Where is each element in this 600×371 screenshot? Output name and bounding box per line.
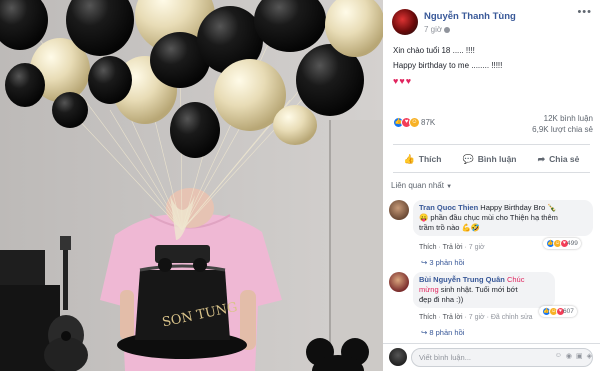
comment-text: 😛 phần đầu chục mùi cho Thiện hạ thêm <box>419 213 558 222</box>
comment-reactions[interactable]: 👍 ☺ ♥ 607 <box>539 306 577 317</box>
like-button[interactable]: 👍 Thích <box>404 150 442 168</box>
composer-icons: ☺ ◉ ▣ ◈ <box>555 352 592 360</box>
comment-text: đẹp đi nha :)) <box>419 295 464 304</box>
reaction-count[interactable]: 87K <box>421 118 435 127</box>
comment-time[interactable]: 7 giờ <box>469 244 485 251</box>
comment-time[interactable]: 7 giờ <box>469 314 485 321</box>
comment-reactions[interactable]: 👍 ☺ ♥ 499 <box>543 238 581 249</box>
globe-icon <box>444 26 451 33</box>
hearts-emoji: ♥♥♥ <box>393 76 413 86</box>
comment-icon: 💬 <box>462 153 474 164</box>
commenter-avatar[interactable] <box>389 272 409 292</box>
haha-reaction-icon: ☺ <box>409 117 420 128</box>
sort-label: Liên quan nhất <box>391 181 444 190</box>
replies-label: 3 phản hồi <box>429 258 465 267</box>
post-header: Nguyễn Thanh Tùng 7 giờ ••• <box>383 0 600 40</box>
post-line-2: Happy birthday to me ........ !!!!! <box>393 61 503 70</box>
comment-reaction-count: 607 <box>563 308 574 315</box>
comment-meta: Thích · Trả lời · 7 giờ · Đã chỉnh sửa <box>419 314 533 321</box>
gif-icon[interactable]: ▣ <box>576 352 583 360</box>
photo-viewer: SON TUNG Nguyễn Thanh Tùng 7 giờ ••• Xin… <box>0 0 600 371</box>
sticker-icon[interactable]: ◈ <box>587 352 592 360</box>
caret-down-icon: ▼ <box>446 184 453 190</box>
camera-icon[interactable]: ◉ <box>566 352 572 360</box>
comment-text: trầm trồ nào 💪🤣 <box>419 223 481 232</box>
share-count[interactable]: 6,9K lượt chia sẻ <box>532 125 593 134</box>
commenter-avatar[interactable] <box>389 200 409 220</box>
birthday-photo-illustration: SON TUNG <box>0 0 383 371</box>
share-button[interactable]: ➦ Chia sẻ <box>538 150 580 168</box>
commenter-name[interactable]: Bùi Nguyễn Trung Quân <box>419 275 505 284</box>
author-name[interactable]: Nguyễn Thanh Tùng <box>424 11 516 22</box>
post-time[interactable]: 7 giờ <box>424 25 451 34</box>
replies-label: 8 phản hồi <box>429 328 465 337</box>
share-icon: ➦ <box>537 153 546 164</box>
comment-item: Tran Quoc Thien Happy Birthday Bro 🍾 😛 p… <box>389 200 597 270</box>
user-avatar <box>389 348 407 366</box>
comment-bubble: Bùi Nguyễn Trung Quân Chúc mừng sinh nhậ… <box>413 272 555 308</box>
comment-list: Tran Quoc Thien Happy Birthday Bro 🍾 😛 p… <box>383 196 600 341</box>
comment-item: Bùi Nguyễn Trung Quân Chúc mừng sinh nhậ… <box>389 272 597 342</box>
comment-reply-link[interactable]: Trả lời <box>443 244 463 251</box>
comment-like-link[interactable]: Thích <box>419 314 437 321</box>
like-label: Thích <box>418 154 442 164</box>
comment-text: Happy Birthday Bro 🍾 <box>480 203 557 212</box>
comment-reaction-count: 499 <box>567 240 578 247</box>
post-text: Xin chào tuổi 18 ..... !!!! Happy birthd… <box>393 45 502 90</box>
commenter-name[interactable]: Tran Quoc Thien <box>419 203 478 212</box>
share-label: Chia sẻ <box>549 154 580 164</box>
post-stats: 👍 ♥ ☺ 87K 12K bình luận 6,9K lượt chia s… <box>393 114 593 140</box>
comment-meta: Thích · Trả lời · 7 giờ <box>419 244 485 251</box>
reaction-icons[interactable]: 👍 ♥ ☺ <box>393 117 420 128</box>
post-line-1: Xin chào tuổi 18 ..... !!!! <box>393 46 475 55</box>
post-time-label: 7 giờ <box>424 25 443 34</box>
divider <box>393 172 590 173</box>
comment-reply-link[interactable]: Trả lời <box>443 314 463 321</box>
comment-count[interactable]: 12K bình luận <box>544 114 593 123</box>
emoji-icon[interactable]: ☺ <box>555 352 562 360</box>
view-replies-link[interactable]: ↪ 8 phản hồi <box>421 328 464 337</box>
comment-edited-label[interactable]: Đã chỉnh sửa <box>491 314 533 321</box>
author-avatar[interactable] <box>392 9 418 35</box>
comment-composer: Viết bình luận... ☺ ◉ ▣ ◈ <box>383 343 600 371</box>
comment-highlight: Chúc <box>506 275 525 284</box>
comment-like-link[interactable]: Thích <box>419 244 437 251</box>
post-panel: Nguyễn Thanh Tùng 7 giờ ••• Xin chào tuổ… <box>383 0 600 371</box>
comment-bubble: Tran Quoc Thien Happy Birthday Bro 🍾 😛 p… <box>413 200 593 236</box>
divider <box>393 144 590 145</box>
comment-text: sinh nhật. Tuổi mới bớt <box>440 285 518 294</box>
view-replies-link[interactable]: ↪ 3 phản hồi <box>421 258 464 267</box>
comment-button[interactable]: 💬 Bình luận <box>463 150 517 168</box>
comment-highlight: mừng <box>419 285 439 294</box>
more-dots-icon[interactable]: ••• <box>577 6 592 18</box>
comment-label: Bình luận <box>477 154 517 164</box>
thumbs-up-icon: 👍 <box>403 153 415 164</box>
action-bar: 👍 Thích 💬 Bình luận ➦ Chia sẻ <box>393 150 590 168</box>
post-photo[interactable]: SON TUNG <box>0 0 383 371</box>
comment-sort-dropdown[interactable]: Liên quan nhất ▼ <box>391 181 452 190</box>
